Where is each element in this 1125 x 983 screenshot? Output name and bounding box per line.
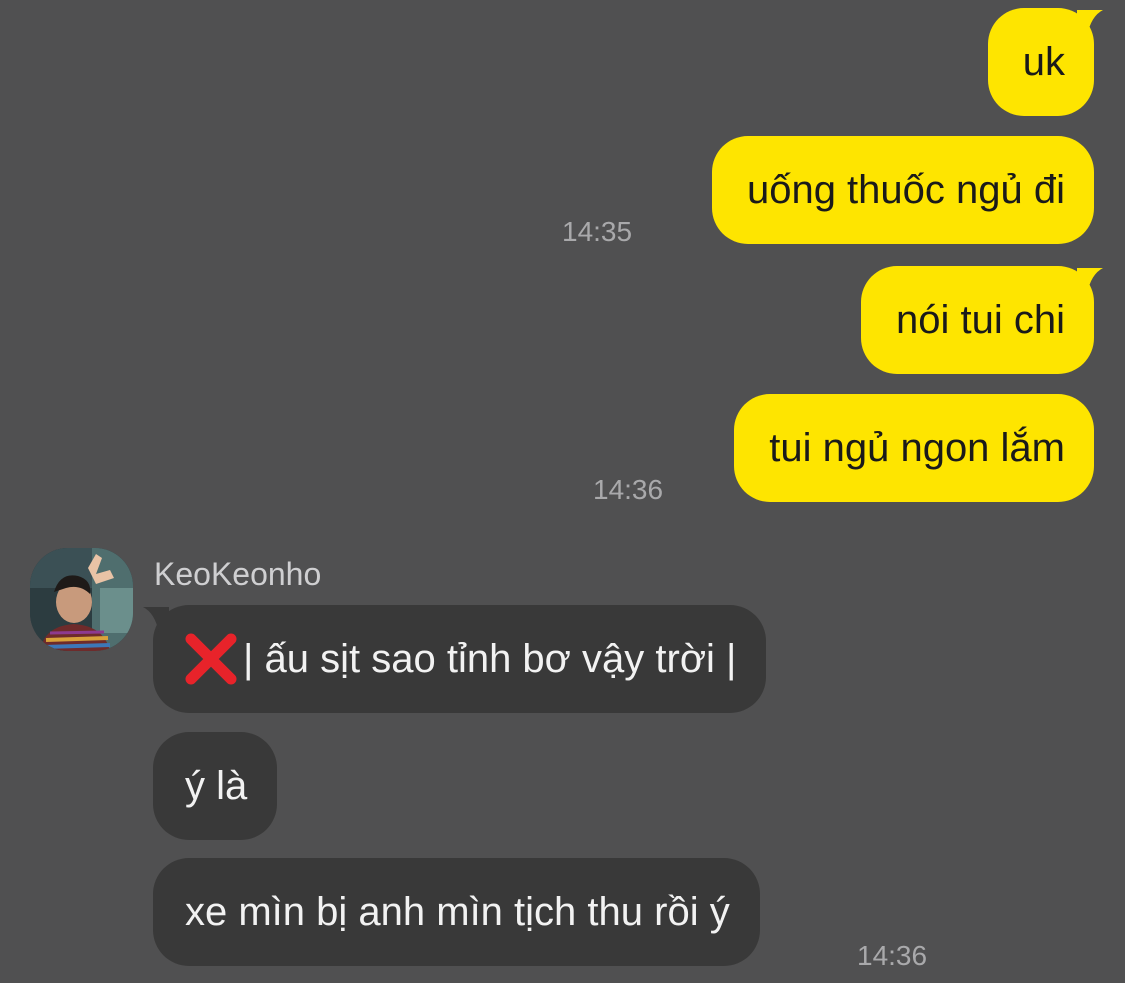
sender-avatar[interactable] [30,548,133,651]
outgoing-message-bubble[interactable]: uk [987,8,1103,116]
bubble-tail [1077,10,1103,36]
message-text: xe mìn bị anh mìn tịch thu rồi ý [185,890,730,934]
profile-photo-icon [30,548,133,651]
sender-name: KeoKeonho [154,556,322,592]
message-timestamp: 14:36 [857,940,928,971]
incoming-message-bubble[interactable]: ý là [153,732,278,840]
message-timestamp: 14:35 [562,216,633,247]
message-text: tui ngủ ngon lắm [769,426,1065,470]
message-text: nói tui chi [896,298,1065,342]
outgoing-message-bubble[interactable]: uống thuốc ngủ đi [711,136,1094,244]
message-text: | ấu sịt sao tỉnh bơ vậy trời | [243,637,737,681]
message-text: uk [1022,40,1065,84]
message-timestamp: 14:36 [593,474,664,505]
outgoing-message-bubble[interactable]: nói tui chi [861,266,1103,374]
outgoing-message-bubble[interactable]: tui ngủ ngon lắm [734,394,1094,502]
cross-mark-icon [185,633,237,685]
bubble-tail [143,607,169,633]
message-text: uống thuốc ngủ đi [746,168,1065,212]
bubble-tail [1077,268,1103,294]
incoming-message-bubble[interactable]: | ấu sịt sao tỉnh bơ vậy trời | [143,605,767,713]
incoming-message-bubble[interactable]: xe mìn bị anh mìn tịch thu rồi ý [153,858,760,966]
message-text: ý là [185,764,248,808]
chat-conversation: uk uống thuốc ngủ đi 14:35 nói tui chi t… [0,0,1125,983]
